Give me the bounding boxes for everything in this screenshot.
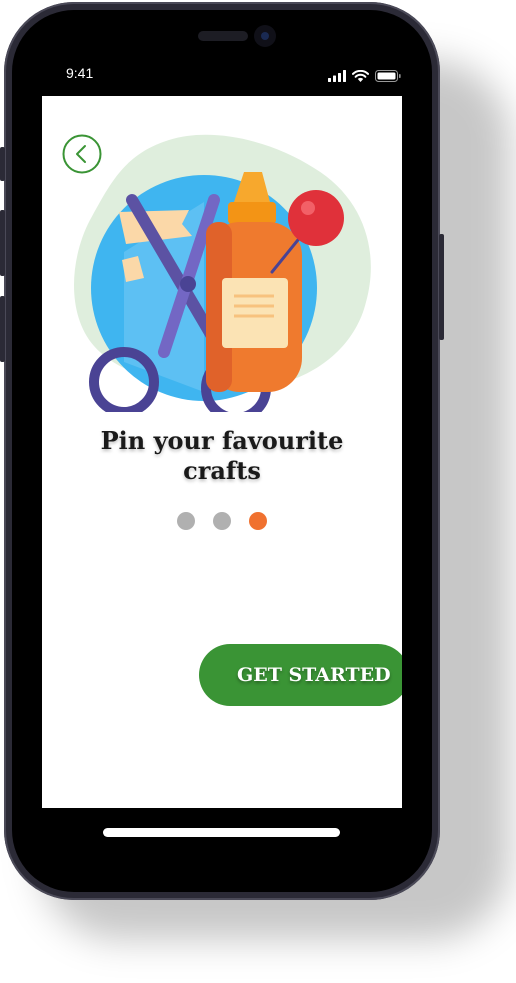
onboarding-screen: Pin your favourite crafts GET STARTED bbox=[42, 96, 402, 808]
volume-down-button bbox=[0, 296, 5, 362]
page-indicator bbox=[42, 512, 402, 530]
onboarding-title: Pin your favourite crafts bbox=[42, 426, 402, 486]
get-started-button[interactable]: GET STARTED bbox=[199, 644, 402, 706]
mute-switch bbox=[0, 147, 5, 181]
status-icons bbox=[328, 68, 401, 82]
page-dot-2[interactable] bbox=[213, 512, 231, 530]
back-button[interactable] bbox=[62, 134, 102, 174]
craft-supplies-illustration bbox=[74, 134, 371, 412]
wifi-icon bbox=[352, 70, 369, 82]
speaker-grille bbox=[198, 31, 248, 41]
device-stage: 9:41 Pin your favourite crafts GET START… bbox=[0, 0, 516, 983]
chevron-left-icon bbox=[62, 134, 102, 174]
status-time: 9:41 bbox=[66, 65, 94, 81]
signal-icon bbox=[328, 70, 346, 82]
home-indicator bbox=[103, 828, 340, 837]
title-line-2: crafts bbox=[183, 456, 261, 485]
power-button bbox=[439, 234, 444, 340]
title-line-1: Pin your favourite bbox=[100, 426, 344, 455]
front-camera bbox=[254, 25, 276, 47]
page-dot-1[interactable] bbox=[177, 512, 195, 530]
battery-icon bbox=[375, 70, 401, 82]
page-dot-3[interactable] bbox=[249, 512, 267, 530]
volume-up-button bbox=[0, 210, 5, 276]
